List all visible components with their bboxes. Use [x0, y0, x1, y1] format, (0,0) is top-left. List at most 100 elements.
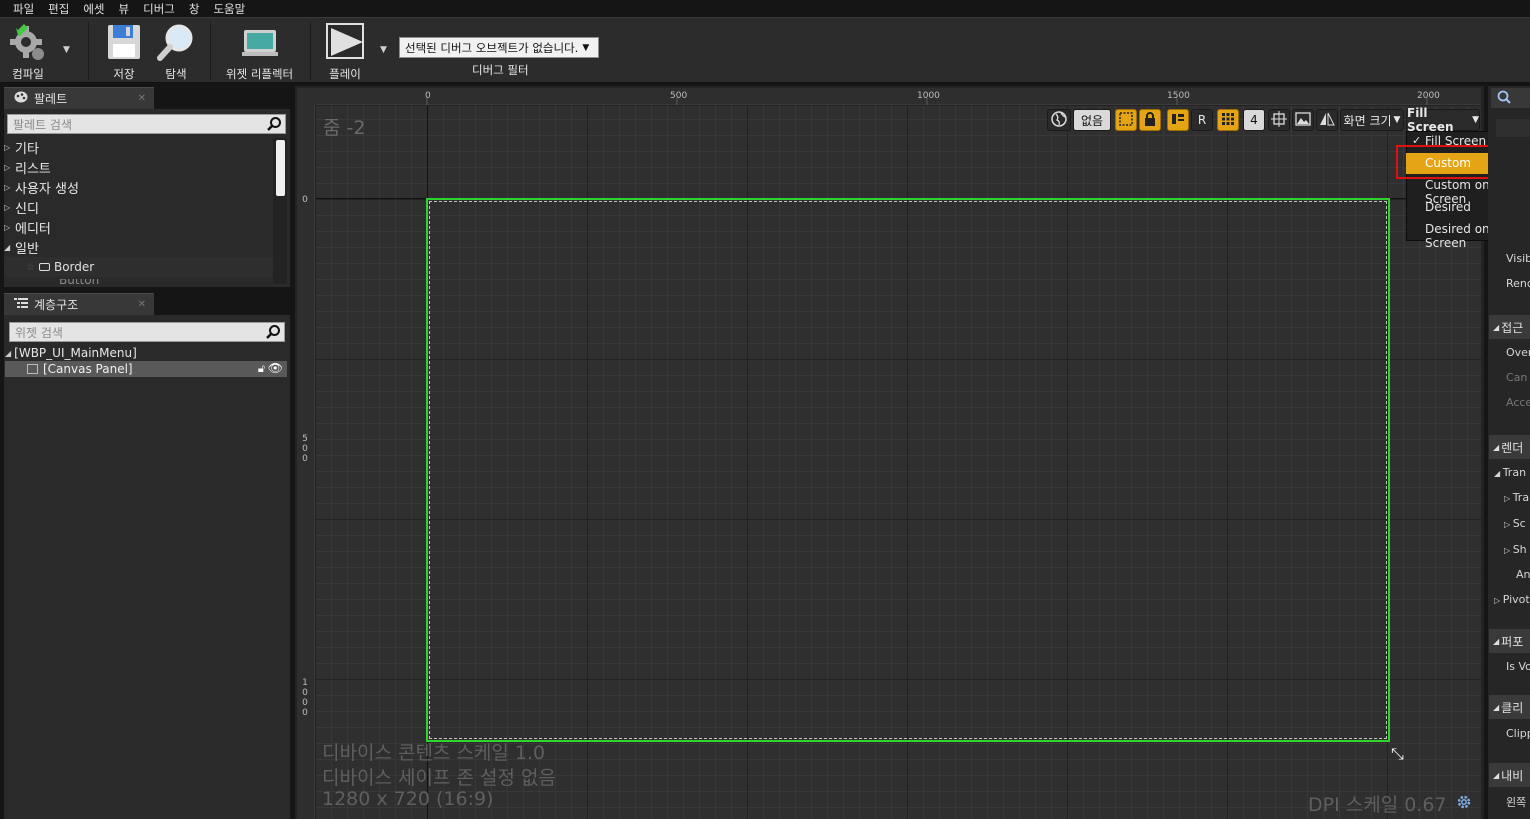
details-section-navigation[interactable]: ◢ 내비 [1489, 763, 1530, 787]
resolution-info: 1280 x 720 (16:9) [322, 788, 494, 810]
canvas-panel-icon [27, 364, 38, 374]
browse-button[interactable]: 탐색 [156, 22, 196, 82]
caret-right-icon: ▷ [1504, 520, 1513, 529]
details-section-render[interactable]: ◢ 렌더 [1489, 435, 1530, 459]
details-row: Rend [1506, 277, 1530, 290]
caret-down-icon: ◢ [1493, 322, 1500, 332]
caret-right-icon: ▷ [4, 143, 11, 152]
widget-search-input[interactable]: 위젯 검색 [9, 322, 285, 342]
save-button[interactable]: 저장 [104, 22, 144, 82]
details-section-performance[interactable]: ◢ 퍼포 [1489, 629, 1530, 653]
culture-preview-select[interactable]: 없음 [1073, 109, 1111, 131]
hierarchy-canvas-panel-row[interactable]: [Canvas Panel] 🔓︎ 👁︎ [5, 361, 287, 377]
palette-category-synth[interactable]: ▷ 신디 [4, 198, 39, 217]
border-widget-icon [38, 263, 50, 271]
caret-right-icon: ▷ [4, 203, 11, 212]
menu-window[interactable]: 창 [182, 1, 207, 17]
ruler-tick-label: 1000 [917, 91, 940, 101]
widget-bounds-rect[interactable] [426, 198, 1390, 742]
palette-category-common[interactable]: ◢ 일반 [4, 238, 39, 257]
tab-details[interactable] [1491, 88, 1530, 108]
search-icon [265, 324, 281, 340]
palette-search-input[interactable]: 팔레트 검색 [7, 114, 286, 134]
caret-right-icon: ▷ [4, 163, 11, 172]
background-image-button[interactable] [1292, 109, 1314, 131]
hierarchy-icon [14, 297, 28, 312]
main-toolbar: 컴파일 ▼ 저장 탐색 위젯 리플렉터 플레이 ▼ 선택된 디버그 오브젝트가 … [0, 17, 1530, 83]
menu-help[interactable]: 도움말 [206, 1, 252, 17]
mirror-icon [1319, 112, 1335, 129]
outline-toggle-button[interactable] [1115, 109, 1137, 131]
magnifier-icon [156, 22, 196, 62]
fill-screen-dropdown[interactable]: Fill Screen ▼ [1406, 106, 1480, 134]
compile-button[interactable]: 컴파일 [8, 22, 48, 82]
caret-down-icon: ◢ [1493, 770, 1500, 780]
menu-view[interactable]: 뷰 [112, 1, 137, 17]
details-row: Acce [1506, 396, 1530, 409]
chevron-down-icon: ▼ [1472, 115, 1479, 125]
caret-down-icon: ◢ [1494, 469, 1503, 478]
details-section-accessibility[interactable]: ◢ 접근 [1489, 315, 1530, 339]
star-icon[interactable]: ☆ [26, 262, 35, 273]
grid-icon [1221, 112, 1235, 129]
chevron-down-icon: ▼ [1393, 115, 1401, 125]
dashed-outline-icon [1119, 111, 1133, 129]
debug-object-select[interactable]: 선택된 디버그 오브젝트가 없습니다. ▼ [399, 37, 599, 58]
ruler-top [316, 88, 1481, 105]
device-safe-zone: 디바이스 세이프 존 설정 없음 [322, 767, 556, 789]
details-name-row [1496, 119, 1530, 137]
close-icon[interactable]: ✕ [138, 93, 146, 104]
palette-category-user-created[interactable]: ▷ 사용자 생성 [4, 178, 79, 197]
compile-options-icon[interactable]: ▼ [63, 45, 70, 55]
tab-hierarchy[interactable]: 계층구조 ✕ [4, 293, 154, 315]
rounding-toggle-button[interactable]: R [1191, 109, 1213, 131]
screen-size-dropdown[interactable]: 화면 크기 ▼ [1340, 109, 1404, 131]
details-section-clipping[interactable]: ◢ 클리 [1489, 695, 1530, 719]
ruler-tick-label: 5 0 0 [302, 434, 308, 464]
ruler-tick-label: 1 0 0 0 [302, 678, 308, 718]
details-row: ▷ Sc [1504, 517, 1526, 530]
lock-icon[interactable]: 🔓︎ [258, 362, 265, 376]
menu-edit[interactable]: 편집 [41, 1, 76, 17]
details-row: Visib [1506, 252, 1530, 265]
tab-palette[interactable]: 팔레트 ✕ [4, 87, 154, 109]
details-row: 왼쪽 [1506, 796, 1527, 809]
palette-item-border[interactable]: ☆ Border [4, 257, 273, 277]
grid-size-select[interactable]: 4 [1243, 109, 1265, 131]
palette-category-list[interactable]: ▷ 리스트 [4, 158, 51, 177]
menu-item-desired[interactable]: Desired [1425, 200, 1471, 214]
palette-category-misc[interactable]: ▷ 기타 [4, 138, 39, 157]
lock-toggle-button[interactable] [1139, 109, 1161, 131]
respect-locks-button[interactable] [1167, 109, 1189, 131]
gear-icon[interactable] [1456, 794, 1472, 810]
search-icon [266, 116, 282, 132]
compile-gear-icon [8, 22, 48, 62]
caret-down-icon: ◢ [5, 348, 12, 358]
details-row: ▷ Pivot [1494, 593, 1530, 606]
toolbar-divider [210, 22, 211, 80]
hierarchy-root-row[interactable]: ◢ [WBP_UI_MainMenu] [5, 346, 137, 360]
menu-debug[interactable]: 디버그 [136, 1, 182, 17]
play-options-icon[interactable]: ▼ [380, 45, 387, 55]
widget-reflector-button[interactable]: 위젯 리플렉터 [226, 22, 293, 82]
image-icon [1295, 111, 1311, 129]
menu-file[interactable]: 파일 [6, 1, 41, 17]
play-button[interactable]: 플레이 [325, 22, 365, 82]
palette-scrollbar-thumb[interactable] [276, 140, 285, 196]
flip-preview-button[interactable] [1316, 109, 1338, 131]
eye-icon[interactable]: 👁︎ [268, 361, 283, 375]
zoom-to-fit-button[interactable] [1268, 109, 1290, 131]
details-magnifier-icon [1497, 90, 1511, 107]
device-content-scale: 디바이스 콘텐츠 스케일 1.0 [322, 742, 546, 764]
palette-category-editor[interactable]: ▷ 에디터 [4, 218, 51, 237]
caret-right-icon: ▷ [1504, 546, 1513, 555]
resize-handle-icon[interactable]: ⤡ [1391, 744, 1404, 764]
details-row: ▷ Tra [1504, 491, 1530, 504]
toolbar-divider [88, 22, 89, 80]
palette-item-button[interactable]: Button [4, 279, 273, 287]
save-disk-icon [104, 22, 144, 62]
menu-asset[interactable]: 에셋 [76, 1, 111, 17]
localization-globe-button[interactable] [1047, 109, 1071, 131]
close-icon[interactable]: ✕ [138, 299, 146, 310]
grid-snap-button[interactable] [1217, 109, 1239, 131]
